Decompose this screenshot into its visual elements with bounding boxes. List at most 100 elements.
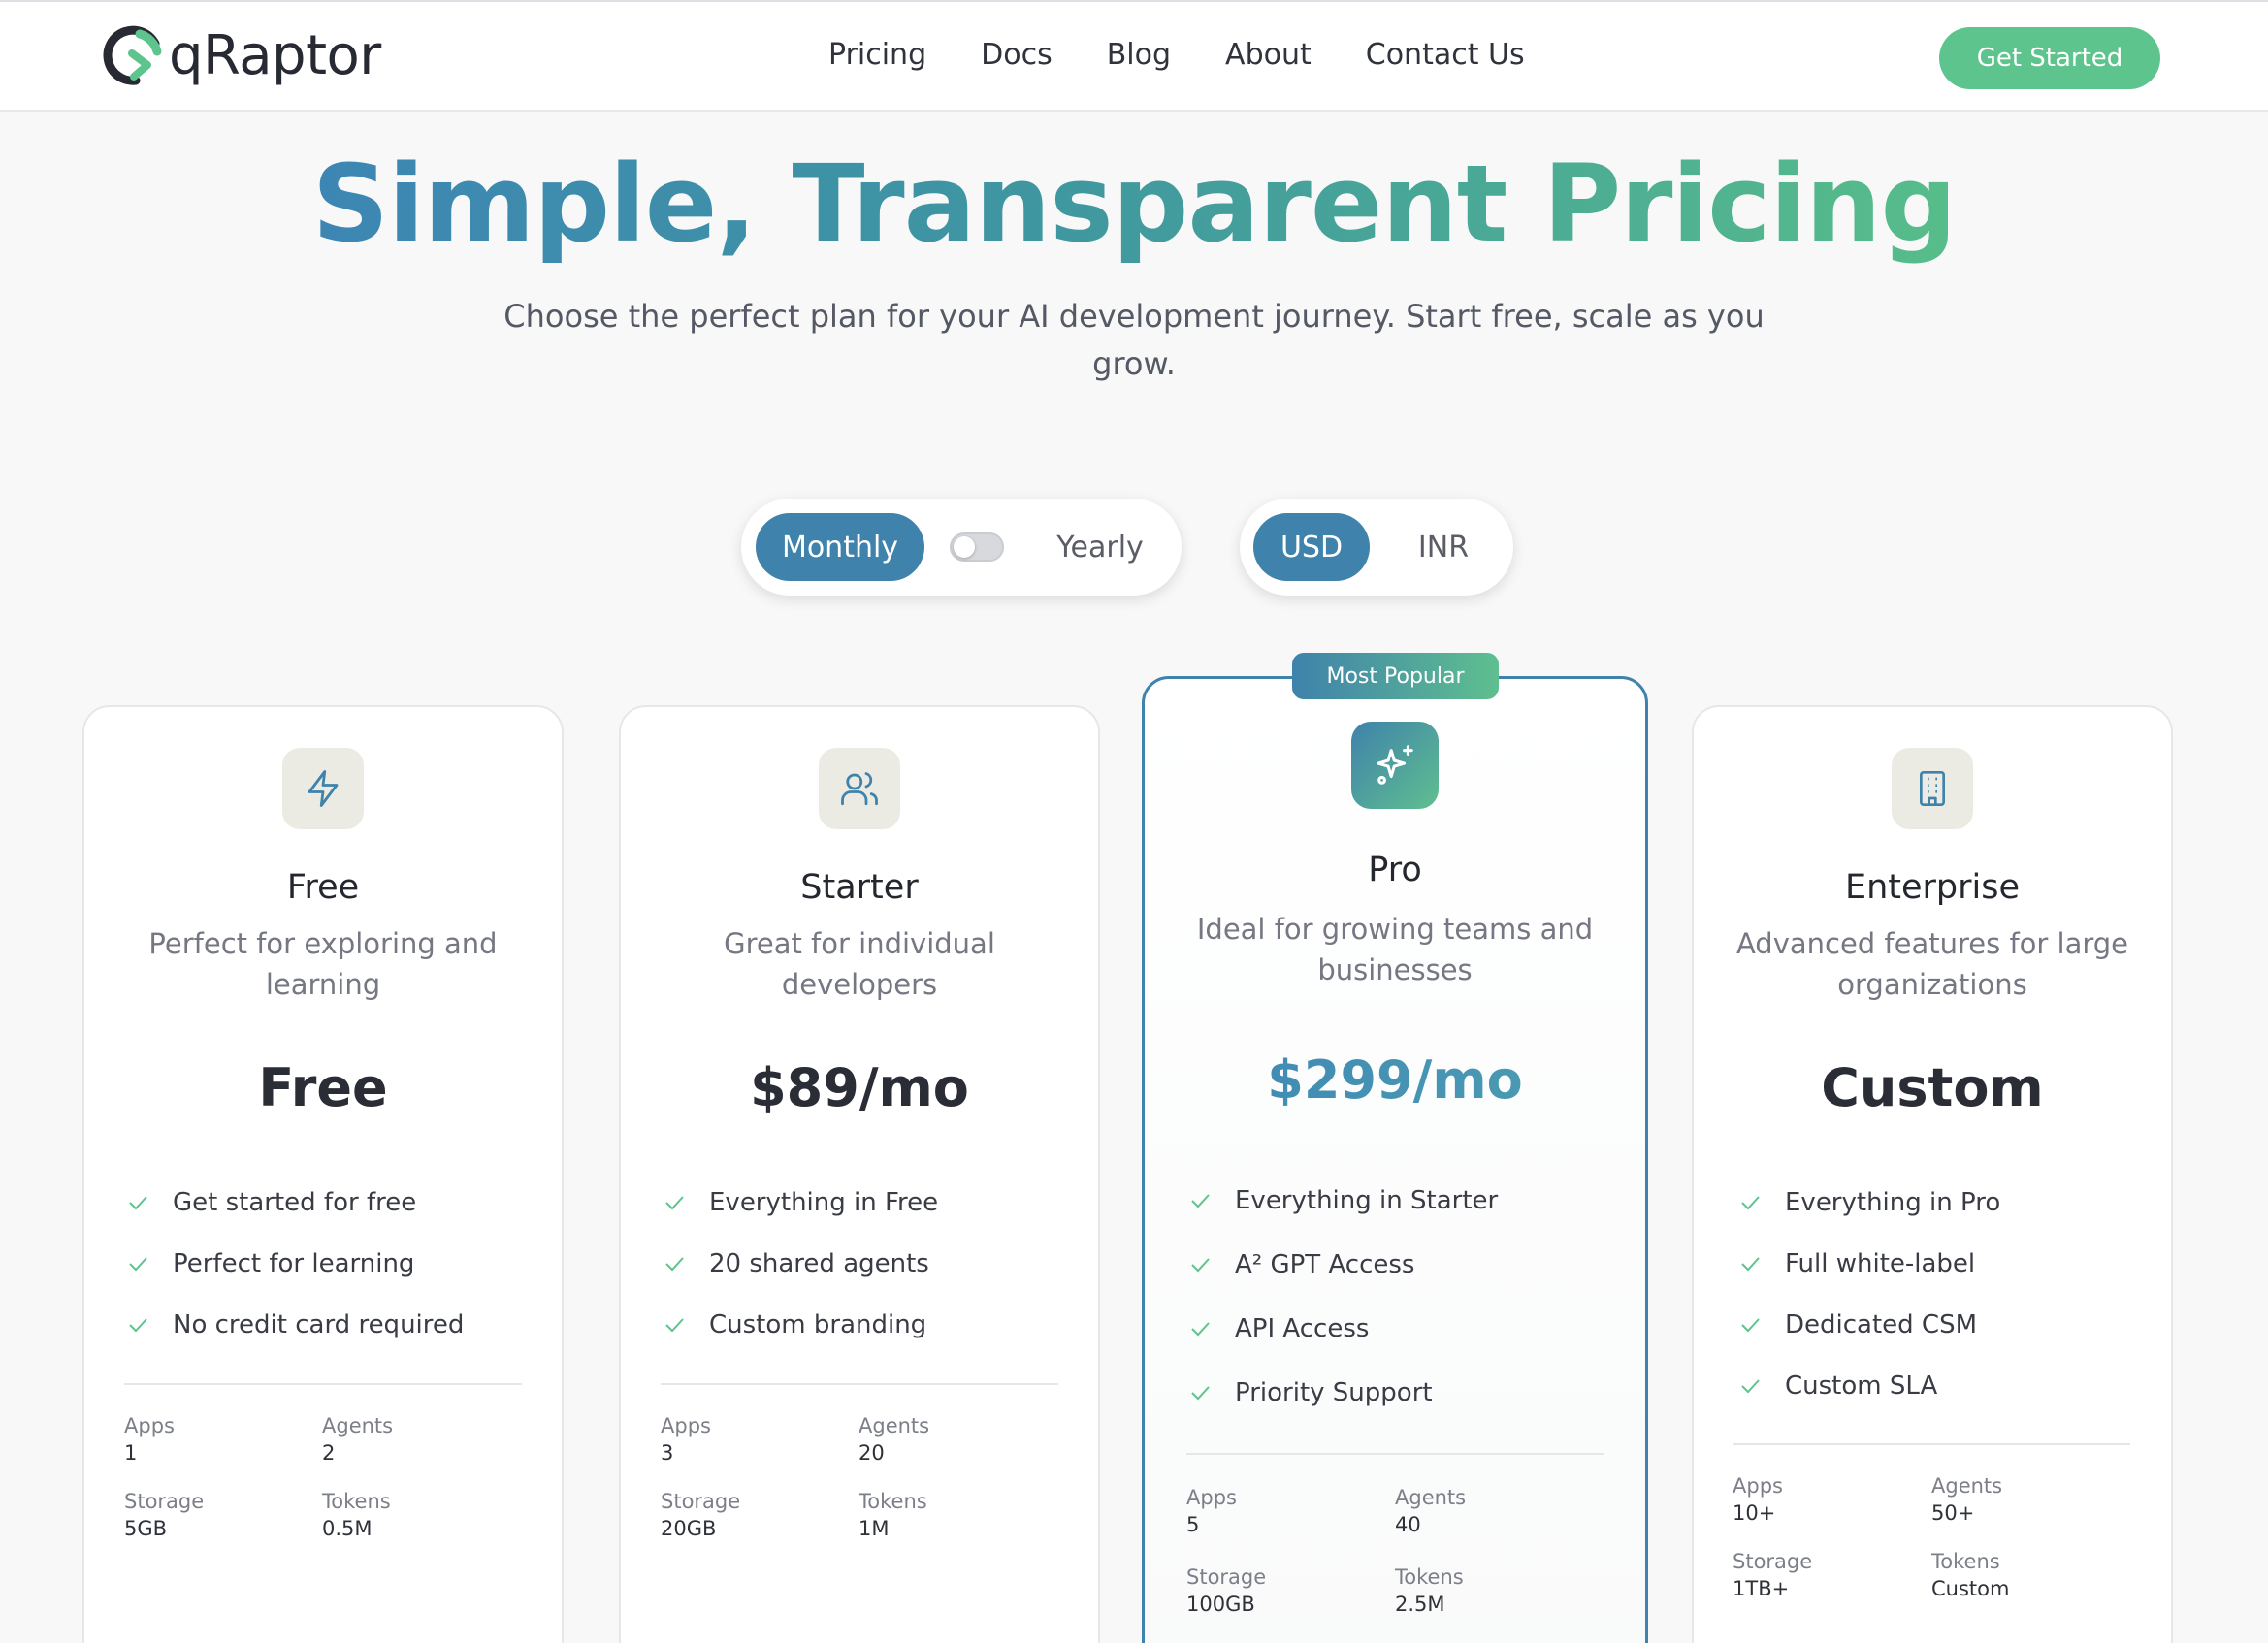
page-title: Simple, Transparent Pricing [0, 145, 2268, 263]
stat-value: 5 [1186, 1513, 1200, 1536]
feature-text: Custom branding [709, 1310, 927, 1339]
check-icon [1191, 1194, 1210, 1208]
stat-value: 1 [124, 1441, 138, 1465]
check-icon [129, 1318, 147, 1333]
stat-value: 2 [322, 1441, 336, 1465]
stat-label: Apps [124, 1414, 175, 1437]
check-icon [1191, 1322, 1210, 1337]
check-icon [665, 1257, 684, 1272]
stat-label: Storage [661, 1490, 741, 1513]
stat-label: Agents [1395, 1486, 1467, 1509]
main-nav: Pricing Docs Blog About Contact Us [828, 39, 1525, 71]
stat-label: Tokens [322, 1490, 391, 1513]
nav-docs[interactable]: Docs [981, 39, 1053, 71]
stat-value: 3 [661, 1441, 674, 1465]
plan-description: Perfect for exploring and learning [148, 927, 498, 1001]
feature-text: API Access [1235, 1314, 1370, 1343]
stat-value: 5GB [124, 1517, 168, 1540]
stat-apps: Apps 10+ [1733, 1472, 1783, 1527]
feature-text: Perfect for learning [173, 1249, 415, 1278]
inr-option[interactable]: INR [1385, 513, 1502, 581]
stat-label: Agents [322, 1414, 394, 1437]
stat-agents: Agents 20 [859, 1412, 929, 1466]
yearly-option[interactable]: Yearly [1032, 513, 1168, 581]
feature-item: Everything in Pro [1738, 1183, 2000, 1222]
stat-value: 40 [1395, 1513, 1421, 1536]
feature-item: Full white-label [1738, 1244, 2000, 1283]
stat-label: Storage [124, 1490, 205, 1513]
feature-item: No credit card required [126, 1305, 464, 1344]
stat-storage: Storage 1TB+ [1733, 1548, 1812, 1602]
users-icon [819, 748, 900, 829]
stat-value: 0.5M [322, 1517, 373, 1540]
usd-option[interactable]: USD [1253, 513, 1370, 581]
most-popular-badge: Most Popular [1292, 653, 1499, 699]
feature-item: Dedicated CSM [1738, 1305, 2000, 1344]
card-divider [124, 1383, 522, 1385]
feature-item: Custom SLA [1738, 1367, 2000, 1405]
feature-item: API Access [1188, 1309, 1498, 1348]
feature-text: Everything in Free [709, 1188, 939, 1217]
stat-value: 20GB [661, 1517, 717, 1540]
feature-item: Everything in Starter [1188, 1181, 1498, 1220]
stat-value: 20 [859, 1441, 885, 1465]
plan-price: $299/mo [1142, 1049, 1648, 1111]
feature-text: A² GPT Access [1235, 1250, 1415, 1279]
building-icon [1892, 748, 1973, 829]
stat-label: Tokens [1931, 1550, 2000, 1573]
plan-description: Great for individual developers [724, 927, 995, 1001]
stat-apps: Apps 1 [124, 1412, 175, 1466]
lightning-icon [282, 748, 364, 829]
nav-about[interactable]: About [1225, 39, 1312, 71]
stat-value: 2.5M [1395, 1593, 1445, 1616]
feature-item: Custom branding [663, 1305, 938, 1344]
feature-text: 20 shared agents [709, 1249, 929, 1278]
page-title-text: Simple, Transparent Pricing [311, 142, 1957, 266]
logo[interactable]: qRaptor [101, 21, 381, 91]
feature-text: Get started for free [173, 1188, 417, 1217]
stat-label: Tokens [859, 1490, 927, 1513]
stat-label: Storage [1186, 1565, 1267, 1589]
stat-tokens: Tokens 1M [859, 1488, 927, 1542]
feature-text: Everything in Starter [1235, 1186, 1499, 1215]
check-icon [1741, 1196, 1760, 1210]
stat-value: 10+ [1733, 1501, 1776, 1525]
billing-period-toggle: Monthly Yearly [741, 499, 1182, 596]
page-subtitle: Choose the perfect plan for your AI deve… [503, 298, 1765, 382]
feature-text: Priority Support [1235, 1378, 1433, 1407]
check-icon [129, 1196, 147, 1210]
billing-switch[interactable] [950, 532, 1004, 562]
check-icon [665, 1318, 684, 1333]
feature-text: Everything in Pro [1785, 1188, 2001, 1217]
nav-pricing[interactable]: Pricing [828, 39, 926, 71]
plan-features: Everything in Pro Full white-label Dedic… [1738, 1183, 2000, 1405]
stat-agents: Agents 2 [322, 1412, 393, 1466]
stat-label: Agents [859, 1414, 930, 1437]
check-icon [665, 1196, 684, 1210]
feature-item: Everything in Free [663, 1183, 938, 1222]
get-started-button[interactable]: Get Started [1939, 27, 2160, 89]
stat-tokens: Tokens 2.5M [1395, 1563, 1464, 1618]
plan-features: Everything in Free 20 shared agents Cust… [663, 1183, 938, 1344]
stat-tokens: Tokens Custom [1931, 1548, 2009, 1602]
card-divider [1186, 1453, 1604, 1455]
feature-text: No credit card required [173, 1310, 465, 1339]
nav-contact-us[interactable]: Contact Us [1366, 39, 1525, 71]
stat-label: Apps [1733, 1474, 1783, 1498]
card-divider [1733, 1443, 2130, 1445]
stat-storage: Storage 5GB [124, 1488, 204, 1542]
plan-features: Everything in Starter A² GPT Access API … [1188, 1181, 1498, 1412]
plan-description: Ideal for growing teams and businesses [1196, 913, 1594, 986]
stat-label: Apps [1186, 1486, 1237, 1509]
stat-value: Custom [1931, 1577, 2010, 1600]
logo-text: qRaptor [169, 24, 381, 87]
feature-text: Custom SLA [1785, 1371, 1938, 1401]
nav-blog[interactable]: Blog [1107, 39, 1171, 71]
plan-name: Free [286, 868, 360, 907]
monthly-option[interactable]: Monthly [756, 513, 924, 581]
check-icon [1191, 1386, 1210, 1401]
check-icon [1741, 1257, 1760, 1272]
feature-text: Dedicated CSM [1785, 1310, 1978, 1339]
plan-name: Starter [800, 868, 919, 907]
feature-item: Priority Support [1188, 1373, 1498, 1412]
